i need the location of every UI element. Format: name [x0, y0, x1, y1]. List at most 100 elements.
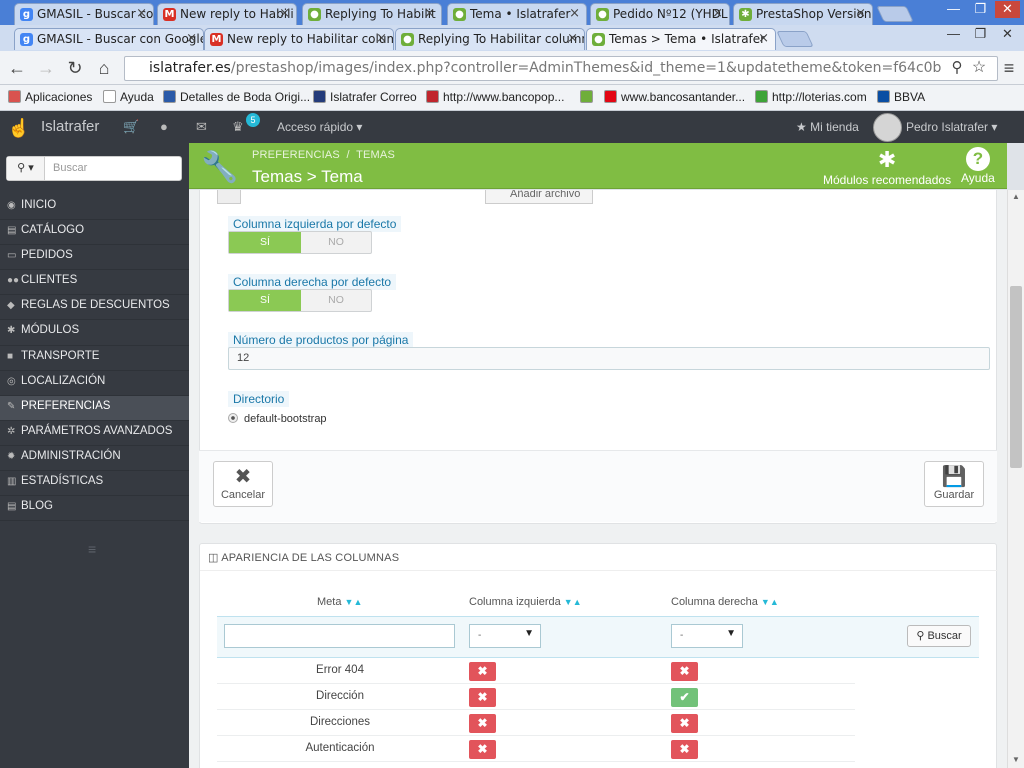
sidebar-item-estadisticas[interactable]: ▥ ESTADÍSTICAS — [0, 471, 189, 497]
browser-tab[interactable]: ● Temas > Tema • Islatrafer × — [586, 28, 776, 50]
close-icon[interactable]: ✖ — [671, 714, 698, 733]
left-column-switch[interactable]: SÍ NO — [228, 231, 372, 254]
left-column-yes[interactable]: SÍ — [229, 232, 301, 253]
close-window-icon[interactable]: ✕ — [995, 1, 1020, 18]
scroll-down-icon[interactable]: ▼ — [1012, 755, 1020, 764]
minimize-icon[interactable]: — — [941, 26, 966, 43]
browser-tab[interactable]: g GMASIL - Buscar co × — [14, 3, 154, 25]
address-bar[interactable]: islatrafer.es/prestashop/images/index.ph… — [124, 56, 998, 81]
bookmark-item[interactable]: Ayuda — [103, 90, 154, 104]
right-column-filter-select[interactable]: - ▼ — [671, 624, 743, 648]
prestashop-logo-icon[interactable]: ☝ — [6, 117, 32, 139]
breadcrumb-temas[interactable]: TEMAS — [356, 149, 395, 161]
sidebar-item-pedidos[interactable]: ▭ PEDIDOS — [0, 245, 189, 271]
close-tab-icon[interactable]: × — [855, 6, 866, 21]
sidebar-item-transporte[interactable]: ■ TRANSPORTE — [0, 346, 189, 371]
zoom-icon[interactable]: ⚲ — [946, 57, 968, 79]
restore-icon[interactable]: ❐ — [968, 26, 993, 43]
search-button[interactable]: ⚲ Buscar — [907, 625, 971, 647]
my-shop-link[interactable]: ★ Mi tienda — [796, 120, 859, 134]
recommended-modules-button[interactable]: ✱ Módulos recomendados — [823, 147, 951, 187]
close-icon[interactable]: ✖ — [469, 688, 496, 707]
page-scrollbar[interactable]: ▲ ▼ — [1007, 190, 1024, 768]
bookmark-item[interactable]: http://loterias.com — [755, 90, 867, 104]
close-tab-icon[interactable]: × — [712, 6, 723, 21]
add-file-button[interactable]: Añadir archivo — [485, 190, 593, 204]
restore-icon[interactable]: ❐ — [968, 1, 993, 18]
sort-icon[interactable]: ▼▲ — [564, 597, 582, 607]
close-icon[interactable]: ✖ — [671, 740, 698, 759]
scroll-up-icon[interactable]: ▲ — [1012, 192, 1020, 201]
close-tab-icon[interactable]: × — [424, 6, 435, 21]
reload-icon[interactable]: ↻ — [64, 57, 86, 79]
close-tab-icon[interactable]: × — [186, 31, 197, 46]
sidebar-search-input[interactable]: Buscar — [53, 162, 87, 174]
sidebar-item-catalogo[interactable]: ▤ CATÁLOGO — [0, 220, 189, 246]
quick-access-dropdown[interactable]: Acceso rápido ▾ — [277, 120, 362, 134]
close-tab-icon[interactable]: × — [279, 6, 290, 21]
close-icon[interactable]: ✖ — [469, 662, 496, 681]
scrollbar-thumb[interactable] — [1010, 286, 1022, 468]
bookmark-item[interactable]: Islatrafer Correo — [313, 90, 417, 104]
bookmark-item[interactable]: BBVA — [877, 90, 925, 104]
header-right-column[interactable]: Columna derecha ▼▲ — [671, 596, 779, 608]
back-icon[interactable]: ← — [6, 57, 28, 79]
trophy-icon[interactable]: ♛ — [232, 119, 244, 135]
close-tab-icon[interactable]: × — [569, 6, 580, 21]
left-column-filter-select[interactable]: - ▼ — [469, 624, 541, 648]
cart-icon[interactable]: 🛒 — [123, 119, 139, 135]
products-per-page-input[interactable]: 12 — [228, 347, 990, 370]
bookmark-item[interactable]: www.bancosantander... — [604, 90, 745, 104]
close-tab-icon[interactable]: × — [567, 31, 578, 46]
forward-icon[interactable]: → — [35, 57, 57, 79]
browser-tab[interactable]: g GMASIL - Buscar con Google × — [14, 28, 204, 50]
bookmark-item[interactable]: Detalles de Boda Origi... — [163, 90, 310, 104]
sort-icon[interactable]: ▼▲ — [761, 597, 779, 607]
right-column-switch[interactable]: SÍ NO — [228, 289, 372, 312]
close-window-icon[interactable]: ✕ — [995, 26, 1020, 43]
menu-icon[interactable]: ≡ — [998, 57, 1020, 79]
new-tab-button[interactable] — [876, 6, 914, 22]
avatar[interactable] — [873, 113, 902, 142]
save-button[interactable]: 💾 Guardar — [924, 461, 984, 507]
browser-tab[interactable]: M New reply to Habilitar columr × — [204, 28, 394, 50]
check-icon[interactable]: ✔ — [671, 688, 698, 707]
right-column-yes[interactable]: SÍ — [229, 290, 301, 311]
bookmark-item[interactable] — [580, 90, 597, 104]
directory-radio[interactable]: default-bootstrap — [228, 413, 327, 425]
close-tab-icon[interactable]: × — [758, 31, 769, 46]
sidebar-item-blog[interactable]: ▤ BLOG — [0, 496, 189, 522]
sidebar-item-modulos[interactable]: ✱ MÓDULOS — [0, 320, 189, 346]
close-icon[interactable]: ✖ — [469, 740, 496, 759]
sidebar-item-administracion[interactable]: ✹ ADMINISTRACIÓN — [0, 446, 189, 472]
left-column-no[interactable]: NO — [301, 232, 371, 253]
user-icon[interactable]: ● — [160, 119, 168, 134]
cancel-button[interactable]: ✖ Cancelar — [213, 461, 273, 507]
sidebar-item-clientes[interactable]: ●● CLIENTES — [0, 270, 189, 296]
sort-icon[interactable]: ▼▲ — [345, 597, 363, 607]
close-icon[interactable]: ✖ — [469, 714, 496, 733]
sidebar-item-preferencias[interactable]: ✎ PREFERENCIAS — [0, 395, 189, 421]
search-scope-button[interactable]: ⚲ ▾ — [7, 157, 45, 180]
sidebar-item-localizacion[interactable]: ◎ LOCALIZACIÓN — [0, 371, 189, 396]
home-icon[interactable]: ⌂ — [93, 57, 115, 79]
help-button[interactable]: ? Ayuda — [961, 147, 995, 185]
star-icon[interactable]: ☆ — [968, 57, 990, 79]
shop-name[interactable]: Islatrafer — [41, 118, 99, 135]
header-left-column[interactable]: Columna izquierda ▼▲ — [469, 596, 582, 608]
meta-filter-input[interactable] — [224, 624, 455, 648]
user-menu[interactable]: Pedro Islatrafer ▾ — [906, 120, 997, 134]
browser-tab[interactable]: ● Replying To Habilit × — [302, 3, 442, 25]
close-tab-icon[interactable]: × — [376, 31, 387, 46]
browser-tab[interactable]: ● Pedido Nº12 (YHDL × — [590, 3, 730, 25]
header-meta[interactable]: Meta ▼▲ — [317, 596, 362, 608]
bookmark-item[interactable]: Aplicaciones — [8, 90, 92, 104]
sidebar-item-inicio[interactable]: ◉ INICIO — [0, 195, 189, 221]
browser-tab[interactable]: ● Replying To Habilitar column × — [395, 28, 585, 50]
browser-tab[interactable]: ● Tema • Islatrafer × — [447, 3, 587, 25]
close-icon[interactable]: ✖ — [671, 662, 698, 681]
breadcrumb-preferencias[interactable]: PREFERENCIAS — [252, 149, 340, 161]
close-tab-icon[interactable]: × — [136, 6, 147, 21]
minimize-icon[interactable]: — — [941, 1, 966, 18]
bookmark-item[interactable]: http://www.bancopop... — [426, 90, 564, 104]
